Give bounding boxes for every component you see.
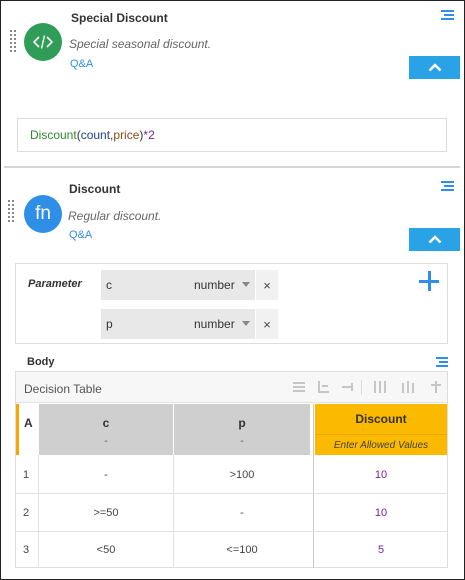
delete-column-icon[interactable] xyxy=(430,381,442,394)
row-number: 1 xyxy=(23,468,30,481)
function-title: Special Discount xyxy=(71,11,168,25)
hit-policy-cell[interactable]: A xyxy=(16,404,38,455)
code-icon xyxy=(24,23,62,61)
row-number: 3 xyxy=(23,544,30,556)
parameter-type-select[interactable]: number xyxy=(189,309,255,339)
decision-table: Decision Table A c - p - Discount Enter … xyxy=(15,371,448,568)
rule-input-cell[interactable]: >100 xyxy=(174,456,310,493)
parameter-type-value: number xyxy=(194,317,235,331)
delete-row-icon[interactable] xyxy=(342,381,354,394)
parameters-panel: Parameter c number × p number × xyxy=(15,263,448,344)
collapse-button[interactable] xyxy=(409,56,460,79)
qa-link[interactable]: Q&A xyxy=(69,229,92,241)
decision-table-toolbar: Decision Table xyxy=(16,372,447,403)
qa-link[interactable]: Q&A xyxy=(70,58,93,70)
parameters-label: Parameter xyxy=(28,278,82,290)
insert-column-left-icon[interactable] xyxy=(374,381,386,394)
caret-down-icon xyxy=(242,282,250,287)
input-allowed-values: - xyxy=(240,436,244,447)
rule-output-cell[interactable]: 10 xyxy=(315,456,447,493)
rule-output-cell[interactable]: 10 xyxy=(315,494,447,531)
body-label: Body xyxy=(27,356,55,368)
rule-input-cell[interactable]: <50 xyxy=(39,532,173,568)
parameter-type-value: number xyxy=(194,278,235,292)
chevron-up-icon xyxy=(428,63,441,72)
expression-editor[interactable]: Discount(count,price)*2 xyxy=(17,118,447,152)
input-name: c xyxy=(102,416,110,430)
remove-parameter-button[interactable]: × xyxy=(256,309,278,339)
function-title: Discount xyxy=(69,182,121,196)
input-name: p xyxy=(238,416,246,430)
output-name: Discount xyxy=(355,412,407,426)
expression-function: Discount xyxy=(30,128,77,142)
input-header-p[interactable]: p - xyxy=(174,404,310,455)
parameter-name-input[interactable]: p xyxy=(101,309,189,339)
body-menu-icon[interactable] xyxy=(436,357,448,368)
grid-line xyxy=(313,404,314,568)
input-header-c[interactable]: c - xyxy=(39,404,173,455)
insert-row-below-icon[interactable] xyxy=(318,381,330,394)
drag-handle-icon[interactable] xyxy=(10,30,16,52)
input-allowed-values: - xyxy=(104,436,108,447)
function-description: Regular discount. xyxy=(68,209,162,223)
rule-output-cell[interactable]: 5 xyxy=(315,532,447,568)
drag-handle-icon[interactable] xyxy=(8,200,14,222)
caret-down-icon xyxy=(242,321,250,326)
expression-arg-count: count xyxy=(80,128,111,142)
function-icon: fn xyxy=(24,195,62,233)
expression-number: 2 xyxy=(148,128,155,142)
insert-column-right-icon[interactable] xyxy=(402,381,414,394)
rule-input-cell[interactable]: - xyxy=(174,494,310,531)
parameter-type-select[interactable]: number xyxy=(189,270,255,300)
add-parameter-icon[interactable] xyxy=(419,271,441,293)
rule-input-cell[interactable]: >=50 xyxy=(39,494,173,531)
function-card-special-discount: Special Discount Special seasonal discou… xyxy=(4,2,460,165)
insert-row-above-icon[interactable] xyxy=(293,381,305,394)
parameter-name-input[interactable]: c xyxy=(101,270,189,300)
rule-input-cell[interactable]: - xyxy=(39,456,173,493)
avatar-label: fn xyxy=(35,203,51,224)
decision-table-title: Decision Table xyxy=(24,382,102,396)
remove-parameter-button[interactable]: × xyxy=(256,270,278,300)
toolbar-divider xyxy=(361,380,362,395)
menu-icon[interactable] xyxy=(441,10,454,22)
chevron-up-icon xyxy=(428,235,441,244)
menu-icon[interactable] xyxy=(441,181,454,193)
output-header-discount[interactable]: Discount Enter Allowed Values xyxy=(315,404,447,455)
card-separator xyxy=(4,166,460,168)
rule-input-cell[interactable]: <=100 xyxy=(174,532,310,568)
row-number: 2 xyxy=(23,506,30,519)
expression-arg-price: price xyxy=(113,128,140,142)
collapse-button[interactable] xyxy=(409,228,460,251)
function-description: Special seasonal discount. xyxy=(69,37,212,51)
output-allowed-values: Enter Allowed Values xyxy=(315,434,447,451)
